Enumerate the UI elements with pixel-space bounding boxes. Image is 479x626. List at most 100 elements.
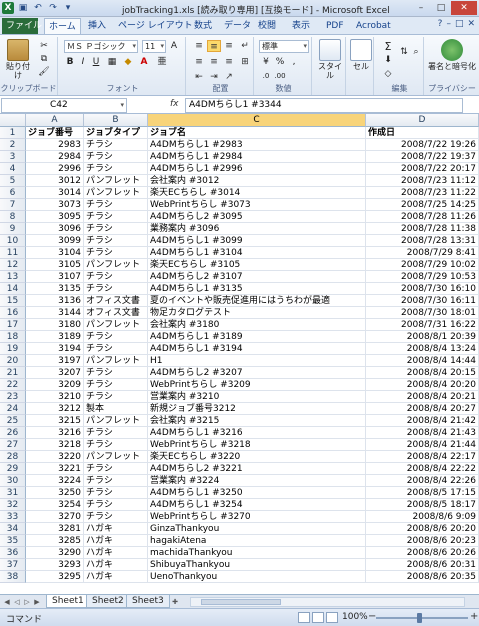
maximize-button[interactable]: □ (431, 1, 451, 15)
align-bottom-icon[interactable]: ≡ (222, 40, 236, 52)
cell-created-date[interactable]: 2008/7/28 11:38 (366, 223, 479, 235)
cell-job-type[interactable]: ハガキ (84, 535, 148, 547)
cell-job-type[interactable]: ハガキ (84, 523, 148, 535)
cell-created-date[interactable]: 2008/8/4 20:21 (366, 391, 479, 403)
cell-job-number[interactable]: 3218 (26, 439, 84, 451)
find-select-icon[interactable]: ⌕ (410, 47, 422, 58)
cell-job-type[interactable]: チラシ (84, 343, 148, 355)
row-header[interactable]: 18 (0, 331, 26, 343)
cell-job-type[interactable]: オフィス文書 (84, 295, 148, 307)
orientation-icon[interactable]: ↗ (222, 71, 236, 83)
cell-job-type[interactable]: チラシ (84, 487, 148, 499)
font-color-icon[interactable]: A (138, 57, 150, 68)
cell-job-type[interactable]: パンフレット (84, 319, 148, 331)
sheet-tab-sheet1[interactable]: Sheet1 (46, 595, 90, 608)
cell-job-type[interactable]: チラシ (84, 199, 148, 211)
comma-icon[interactable]: , (288, 57, 300, 68)
fill-icon[interactable]: ⬇ (382, 55, 394, 66)
cell-created-date[interactable]: 2008/8/6 20:23 (366, 535, 479, 547)
row-header[interactable]: 4 (0, 163, 26, 175)
tab-view[interactable]: 表示 (288, 18, 314, 34)
cell-job-type[interactable]: パンフレット (84, 355, 148, 367)
name-box[interactable]: C42 (1, 98, 127, 113)
cell-job-number[interactable]: 3135 (26, 283, 84, 295)
cell-created-date[interactable]: 2008/8/4 21:42 (366, 415, 479, 427)
cell-created-date[interactable]: 2008/7/30 18:01 (366, 307, 479, 319)
cell-job-name[interactable]: A4DMちらし1 #2983 (148, 139, 366, 151)
cell-created-date[interactable]: 2008/7/29 10:53 (366, 271, 479, 283)
cell-job-type[interactable]: パンフレット (84, 451, 148, 463)
help-icon[interactable]: ? (438, 19, 443, 29)
ribbon-restore-icon[interactable]: □ (455, 19, 464, 29)
cell-job-name[interactable]: 営業案内 #3224 (148, 475, 366, 487)
cell-job-name[interactable]: A4DMちらし1 #2984 (148, 151, 366, 163)
formula-input[interactable]: A4DMちらし1 #3344 (185, 98, 463, 113)
phonetic-icon[interactable]: 亜 (156, 57, 168, 68)
row-header[interactable]: 29 (0, 463, 26, 475)
cell-job-number[interactable]: 3136 (26, 295, 84, 307)
row-header[interactable]: 10 (0, 235, 26, 247)
zoom-slider[interactable] (376, 617, 468, 619)
row-header[interactable]: 3 (0, 151, 26, 163)
cell-job-number[interactable]: 3095 (26, 211, 84, 223)
excel-logo-icon[interactable]: X (2, 2, 14, 14)
cell-job-number[interactable]: 3221 (26, 463, 84, 475)
cell-job-name[interactable]: WebPrintちらし #3073 (148, 199, 366, 211)
row-header[interactable]: 27 (0, 439, 26, 451)
underline-icon[interactable]: U (90, 57, 102, 68)
cell-job-name[interactable]: 物足カタログテスト (148, 307, 366, 319)
decrease-indent-icon[interactable]: ⇤ (192, 71, 206, 83)
cell-created-date[interactable]: 2008/7/23 11:22 (366, 187, 479, 199)
cell-job-type[interactable]: ハガキ (84, 559, 148, 571)
cell-job-name[interactable]: A4DMちらし1 #3250 (148, 487, 366, 499)
cell-job-name[interactable]: A4DMちらし2 #3221 (148, 463, 366, 475)
paste-button[interactable]: 貼り付け (3, 39, 33, 80)
cell-created-date[interactable]: 2008/8/6 20:20 (366, 523, 479, 535)
insert-sheet-icon[interactable]: ✚ (168, 596, 182, 608)
header-created-date[interactable]: 作成日 (366, 127, 479, 139)
column-header-d[interactable]: D (366, 114, 479, 127)
zoom-slider-knob[interactable] (417, 613, 422, 623)
row-header[interactable]: 20 (0, 355, 26, 367)
cell-job-name[interactable]: A4DMちらし1 #3216 (148, 427, 366, 439)
save-icon[interactable]: ▣ (17, 2, 29, 14)
cell-job-type[interactable]: 製本 (84, 403, 148, 415)
header-job-name[interactable]: ジョブ名 (148, 127, 366, 139)
cell-job-number[interactable]: 3210 (26, 391, 84, 403)
cell-created-date[interactable]: 2008/8/4 21:44 (366, 439, 479, 451)
cell-job-number[interactable]: 3096 (26, 223, 84, 235)
cell-job-type[interactable]: チラシ (84, 511, 148, 523)
cell-job-number[interactable]: 3293 (26, 559, 84, 571)
cell-job-name[interactable]: WebPrintちらし #3218 (148, 439, 366, 451)
cell-created-date[interactable]: 2008/7/30 16:10 (366, 283, 479, 295)
cell-job-number[interactable]: 3014 (26, 187, 84, 199)
sort-filter-icon[interactable]: ⇅ (398, 47, 410, 58)
cell-created-date[interactable]: 2008/8/6 20:26 (366, 547, 479, 559)
cell-job-type[interactable]: オフィス文書 (84, 307, 148, 319)
cell-job-number[interactable]: 2996 (26, 163, 84, 175)
cell-job-name[interactable]: WebPrintちらし #3209 (148, 379, 366, 391)
zoom-in-icon[interactable]: + (470, 611, 478, 622)
row-header[interactable]: 23 (0, 391, 26, 403)
cell-job-name[interactable]: A4DMちらし1 #3189 (148, 331, 366, 343)
horizontal-scroll-thumb[interactable] (201, 599, 281, 605)
align-middle-icon[interactable]: ≡ (207, 40, 221, 52)
last-sheet-icon[interactable]: ▶ (32, 596, 42, 608)
tab-review[interactable]: 校閲 (254, 18, 280, 34)
next-sheet-icon[interactable]: ▷ (22, 596, 32, 608)
row-header[interactable]: 25 (0, 415, 26, 427)
align-top-icon[interactable]: ≡ (192, 40, 206, 52)
row-header[interactable]: 21 (0, 367, 26, 379)
increase-indent-icon[interactable]: ⇥ (207, 71, 221, 83)
decrease-decimal-icon[interactable]: .00 (274, 71, 286, 82)
cell-job-type[interactable]: パンフレット (84, 259, 148, 271)
cell-job-type[interactable]: チラシ (84, 271, 148, 283)
copy-icon[interactable]: ⧉ (38, 54, 50, 65)
number-format-select[interactable]: 標準 (259, 40, 309, 53)
row-header[interactable]: 11 (0, 247, 26, 259)
cell-job-name[interactable]: A4DMちらし1 #3104 (148, 247, 366, 259)
cell-job-number[interactable]: 3290 (26, 547, 84, 559)
fx-icon[interactable]: fx (170, 99, 179, 109)
cell-created-date[interactable]: 2008/7/28 11:26 (366, 211, 479, 223)
cell-job-name[interactable]: 夏のイベントや販売促進用にはうちわが最適 (148, 295, 366, 307)
